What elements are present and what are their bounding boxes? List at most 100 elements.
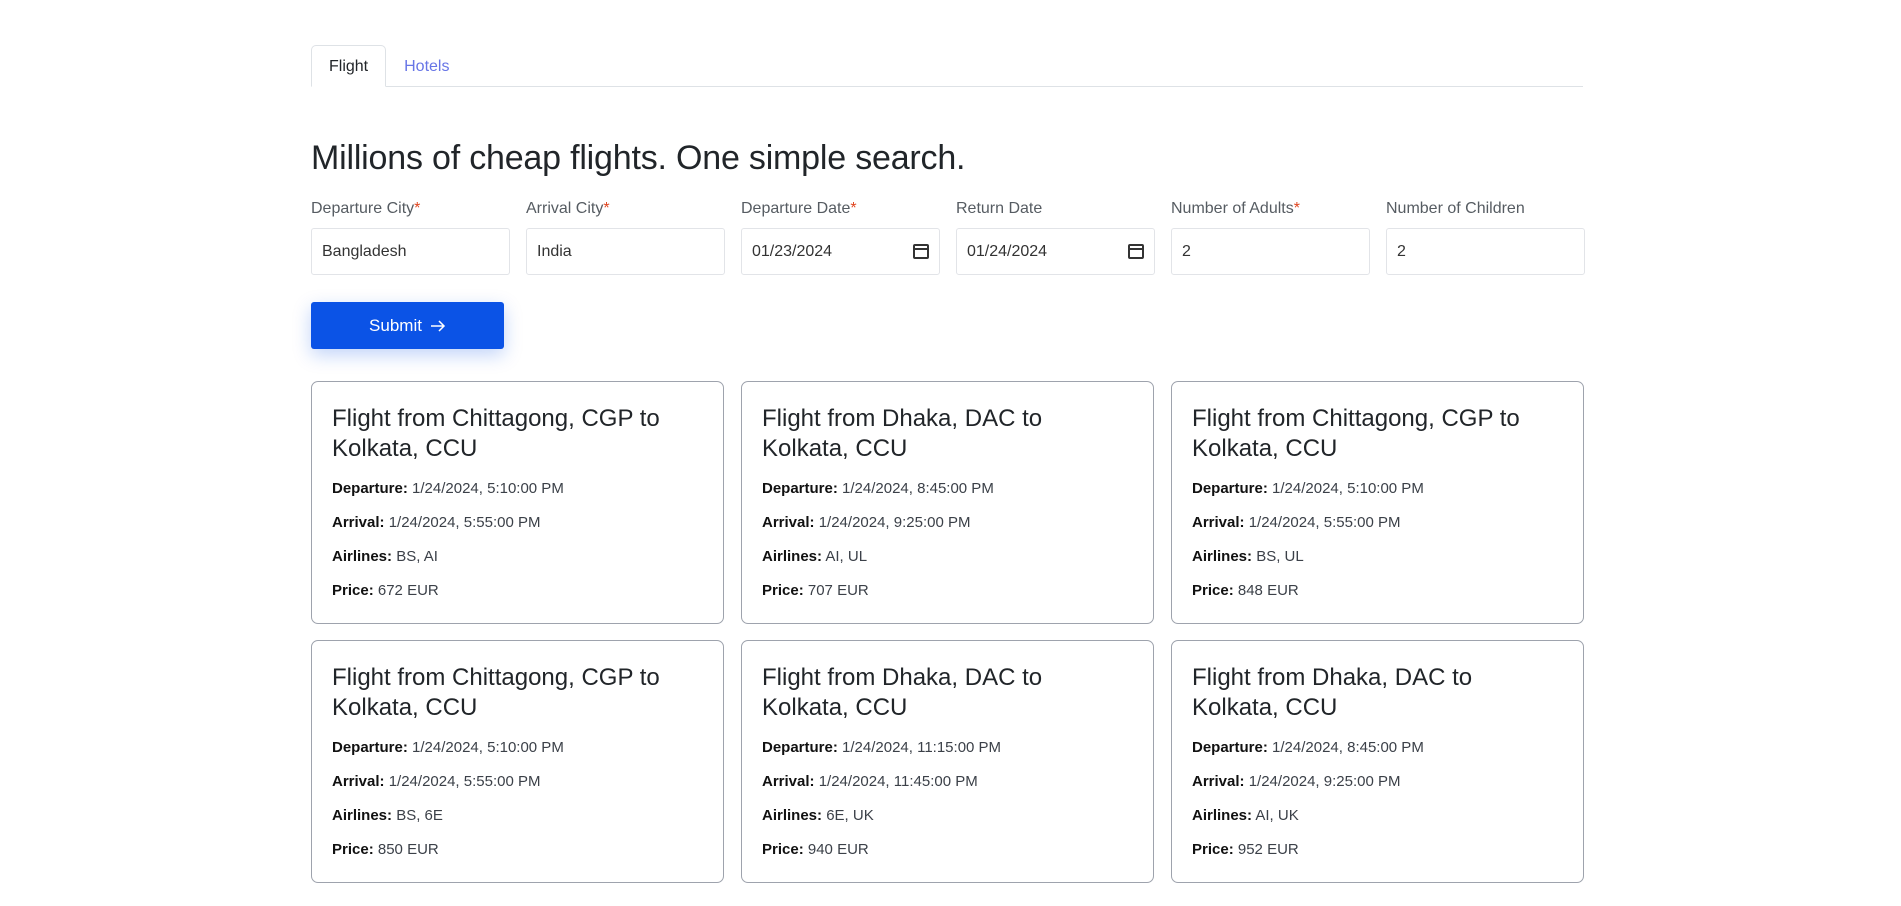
- flight-card[interactable]: Flight from Dhaka, DAC to Kolkata, CCU D…: [741, 381, 1154, 624]
- departure-label: Departure:: [332, 480, 408, 497]
- arrival-label: Arrival:: [762, 514, 815, 531]
- airlines-row: Airlines: BS, UL: [1192, 540, 1563, 574]
- arrival-city-label: Arrival City*: [526, 200, 725, 218]
- arrival-label: Arrival:: [1192, 514, 1245, 531]
- price-row: Price: 707 EUR: [762, 574, 1133, 608]
- departure-city-label: Departure City*: [311, 200, 510, 218]
- children-label: Number of Children: [1386, 200, 1585, 218]
- required-mark: *: [850, 200, 857, 217]
- airlines-row: Airlines: BS, 6E: [332, 799, 703, 833]
- children-input[interactable]: 2: [1386, 228, 1585, 275]
- arrival-row: Arrival: 1/24/2024, 9:25:00 PM: [762, 506, 1133, 540]
- price-row: Price: 952 EUR: [1192, 833, 1563, 867]
- arrival-row: Arrival: 1/24/2024, 5:55:00 PM: [332, 506, 703, 540]
- flight-title: Flight from Chittagong, CGP to Kolkata, …: [1192, 405, 1520, 462]
- price-row: Price: 848 EUR: [1192, 574, 1563, 608]
- adults-label: Number of Adults*: [1171, 200, 1370, 218]
- arrival-value: 1/24/2024, 9:25:00 PM: [818, 514, 971, 531]
- tab-bar: Flight Hotels: [311, 45, 1583, 87]
- airlines-label: Airlines:: [762, 548, 823, 565]
- airlines-value: BS, UL: [1256, 548, 1304, 565]
- tab-hotels[interactable]: Hotels: [386, 45, 467, 87]
- airlines-label: Airlines:: [1192, 548, 1253, 565]
- departure-label: Departure:: [1192, 480, 1268, 497]
- departure-row: Departure: 1/24/2024, 5:10:00 PM: [332, 472, 703, 506]
- price-row: Price: 672 EUR: [332, 574, 703, 608]
- required-mark: *: [603, 200, 610, 217]
- adults-input[interactable]: 2: [1171, 228, 1370, 275]
- arrival-label: Arrival:: [332, 773, 385, 790]
- flight-card[interactable]: Flight from Chittagong, CGP to Kolkata, …: [311, 381, 724, 624]
- departure-date-input[interactable]: 01/23/2024: [741, 228, 940, 275]
- return-date-label: Return Date: [956, 200, 1155, 218]
- adults-label-text: Number of Adults: [1171, 200, 1294, 217]
- children-value: 2: [1397, 243, 1406, 260]
- return-date-value: 01/24/2024: [967, 243, 1048, 260]
- departure-date-value: 01/23/2024: [752, 243, 833, 260]
- departure-date-label: Departure Date*: [741, 200, 940, 218]
- arrival-city-input[interactable]: India: [526, 228, 725, 275]
- calendar-icon[interactable]: [1128, 244, 1144, 259]
- arrival-row: Arrival: 1/24/2024, 5:55:00 PM: [1192, 506, 1563, 540]
- children-label-text: Number of Children: [1386, 200, 1525, 217]
- airlines-label: Airlines:: [332, 548, 393, 565]
- price-label: Price:: [1192, 841, 1234, 858]
- departure-row: Departure: 1/24/2024, 8:45:00 PM: [1192, 731, 1563, 765]
- price-label: Price:: [332, 582, 374, 599]
- airlines-value: 6E, UK: [826, 807, 874, 824]
- arrival-label: Arrival:: [1192, 773, 1245, 790]
- price-value: 850 EUR: [377, 841, 439, 858]
- arrival-label: Arrival:: [762, 773, 815, 790]
- departure-city-field: Departure City* Bangladesh: [311, 200, 510, 275]
- airlines-row: Airlines: BS, AI: [332, 540, 703, 574]
- arrival-row: Arrival: 1/24/2024, 11:45:00 PM: [762, 765, 1133, 799]
- flight-card[interactable]: Flight from Dhaka, DAC to Kolkata, CCU D…: [1171, 640, 1584, 883]
- adults-field: Number of Adults* 2: [1171, 200, 1370, 275]
- submit-button[interactable]: Submit: [311, 302, 504, 349]
- calendar-icon[interactable]: [913, 244, 929, 259]
- flight-search-page: Flight Hotels Millions of cheap flights.…: [311, 45, 1585, 883]
- required-mark: *: [1293, 200, 1300, 217]
- departure-value: 1/24/2024, 5:10:00 PM: [1272, 480, 1424, 497]
- arrival-city-label-text: Arrival City: [526, 200, 604, 217]
- arrival-label: Arrival:: [332, 514, 385, 531]
- price-row: Price: 850 EUR: [332, 833, 703, 867]
- airlines-value: BS, AI: [396, 548, 438, 565]
- departure-date-label-text: Departure Date: [741, 200, 851, 217]
- price-label: Price:: [332, 841, 374, 858]
- departure-label: Departure:: [332, 739, 408, 756]
- flight-title: Flight from Dhaka, DAC to Kolkata, CCU: [1192, 664, 1473, 721]
- airlines-row: Airlines: AI, UL: [762, 540, 1133, 574]
- arrival-value: 1/24/2024, 5:55:00 PM: [388, 773, 541, 790]
- flight-card[interactable]: Flight from Dhaka, DAC to Kolkata, CCU D…: [741, 640, 1154, 883]
- flight-title: Flight from Chittagong, CGP to Kolkata, …: [332, 405, 660, 462]
- price-value: 672 EUR: [377, 582, 439, 599]
- arrival-row: Arrival: 1/24/2024, 9:25:00 PM: [1192, 765, 1563, 799]
- return-date-label-text: Return Date: [956, 200, 1043, 217]
- departure-value: 1/24/2024, 5:10:00 PM: [412, 739, 564, 756]
- flight-card[interactable]: Flight from Chittagong, CGP to Kolkata, …: [1171, 381, 1584, 624]
- airlines-label: Airlines:: [762, 807, 823, 824]
- arrival-value: 1/24/2024, 9:25:00 PM: [1248, 773, 1401, 790]
- departure-city-input[interactable]: Bangladesh: [311, 228, 510, 275]
- departure-label: Departure:: [762, 739, 838, 756]
- departure-label: Departure:: [1192, 739, 1268, 756]
- flight-card[interactable]: Flight from Chittagong, CGP to Kolkata, …: [311, 640, 724, 883]
- tab-flight[interactable]: Flight: [311, 45, 387, 87]
- airlines-label: Airlines:: [332, 807, 393, 824]
- airlines-value: AI, UK: [1255, 807, 1299, 824]
- airlines-value: BS, 6E: [396, 807, 443, 824]
- departure-row: Departure: 1/24/2024, 5:10:00 PM: [1192, 472, 1563, 506]
- return-date-input[interactable]: 01/24/2024: [956, 228, 1155, 275]
- arrival-row: Arrival: 1/24/2024, 5:55:00 PM: [332, 765, 703, 799]
- price-value: 952 EUR: [1237, 841, 1299, 858]
- flight-results: Flight from Chittagong, CGP to Kolkata, …: [311, 381, 1584, 883]
- page-title: Millions of cheap flights. One simple se…: [311, 139, 966, 177]
- departure-row: Departure: 1/24/2024, 8:45:00 PM: [762, 472, 1133, 506]
- flight-title: Flight from Dhaka, DAC to Kolkata, CCU: [762, 664, 1043, 721]
- price-label: Price:: [1192, 582, 1234, 599]
- price-value: 848 EUR: [1237, 582, 1299, 599]
- departure-label: Departure:: [762, 480, 838, 497]
- airlines-row: Airlines: 6E, UK: [762, 799, 1133, 833]
- airlines-value: AI, UL: [825, 548, 868, 565]
